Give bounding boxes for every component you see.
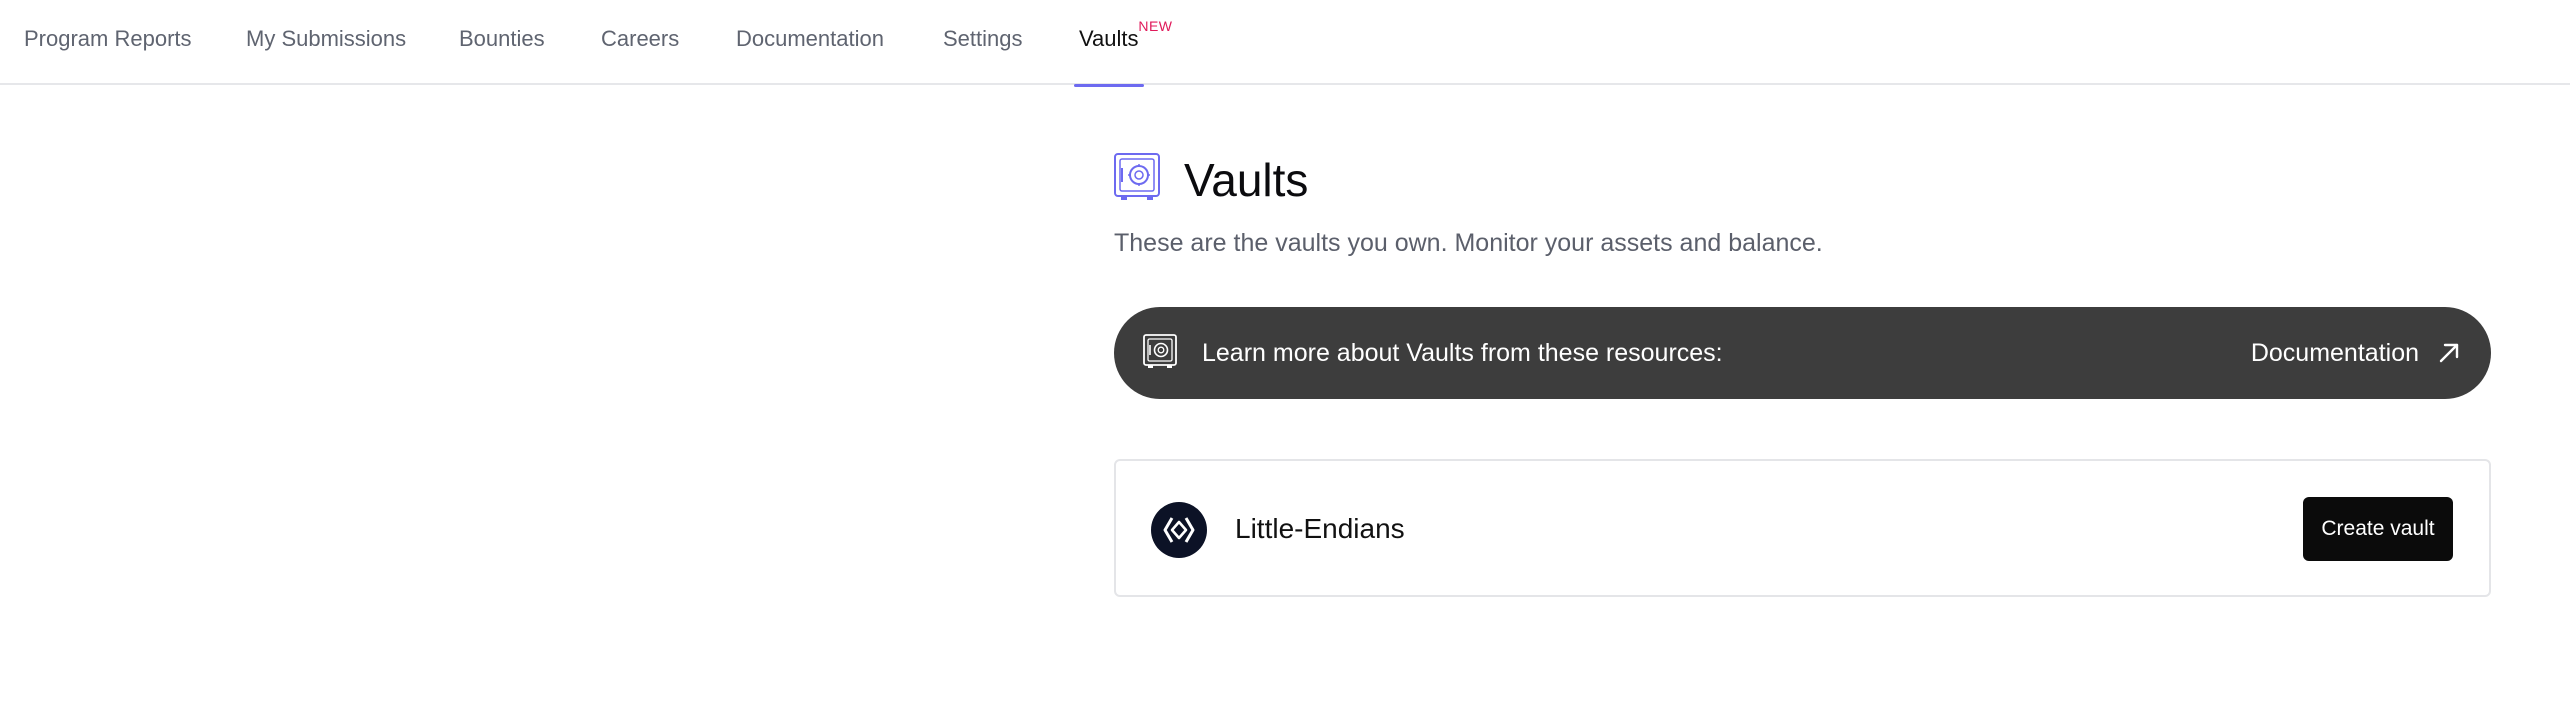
documentation-link[interactable]: Documentation bbox=[2251, 331, 2461, 375]
organization-name: Little-Endians bbox=[1235, 513, 1405, 544]
tab-label: My Submissions bbox=[246, 25, 407, 51]
tab-label: Program Reports bbox=[24, 25, 192, 51]
tab-label: Settings bbox=[943, 25, 1023, 51]
vault-safe-icon bbox=[1114, 153, 1160, 200]
documentation-link-label: Documentation bbox=[2250, 338, 2419, 367]
page-subtitle: These are the vaults you own. Monitor yo… bbox=[1114, 229, 1823, 257]
tab-label: Bounties bbox=[459, 25, 545, 51]
tab-careers[interactable]: Careers bbox=[601, 0, 679, 85]
tab-label: Careers bbox=[601, 25, 680, 51]
resources-banner: Learn more about Vaults from these resou… bbox=[1114, 307, 2491, 399]
new-badge: NEW bbox=[1138, 18, 1173, 34]
tab-documentation[interactable]: Documentation bbox=[736, 0, 884, 85]
tab-my-submissions[interactable]: My Submissions bbox=[246, 0, 406, 85]
create-vault-button[interactable]: Create vault bbox=[2303, 497, 2453, 561]
vault-owner-card: Little-Endians Create vault bbox=[1114, 459, 2491, 597]
page-title: Vaults bbox=[1184, 154, 1309, 206]
tab-program-reports[interactable]: Program Reports bbox=[24, 0, 192, 85]
tab-settings[interactable]: Settings bbox=[943, 0, 1023, 85]
tab-bounties[interactable]: Bounties bbox=[459, 0, 545, 85]
tab-label: Vaults bbox=[1079, 25, 1139, 51]
tab-vaults[interactable]: Vaults NEW bbox=[1074, 0, 1172, 87]
tab-label: Documentation bbox=[736, 25, 884, 51]
vault-safe-icon bbox=[1143, 334, 1177, 368]
top-navigation: Program Reports My Submissions Bounties … bbox=[0, 0, 2570, 87]
banner-text: Learn more about Vaults from these resou… bbox=[1202, 339, 1723, 367]
active-tab-indicator bbox=[1074, 84, 1144, 87]
avatar bbox=[1151, 502, 1207, 558]
arrow-up-right-icon bbox=[2439, 343, 2459, 363]
little-endians-logo-icon bbox=[1163, 517, 1195, 543]
